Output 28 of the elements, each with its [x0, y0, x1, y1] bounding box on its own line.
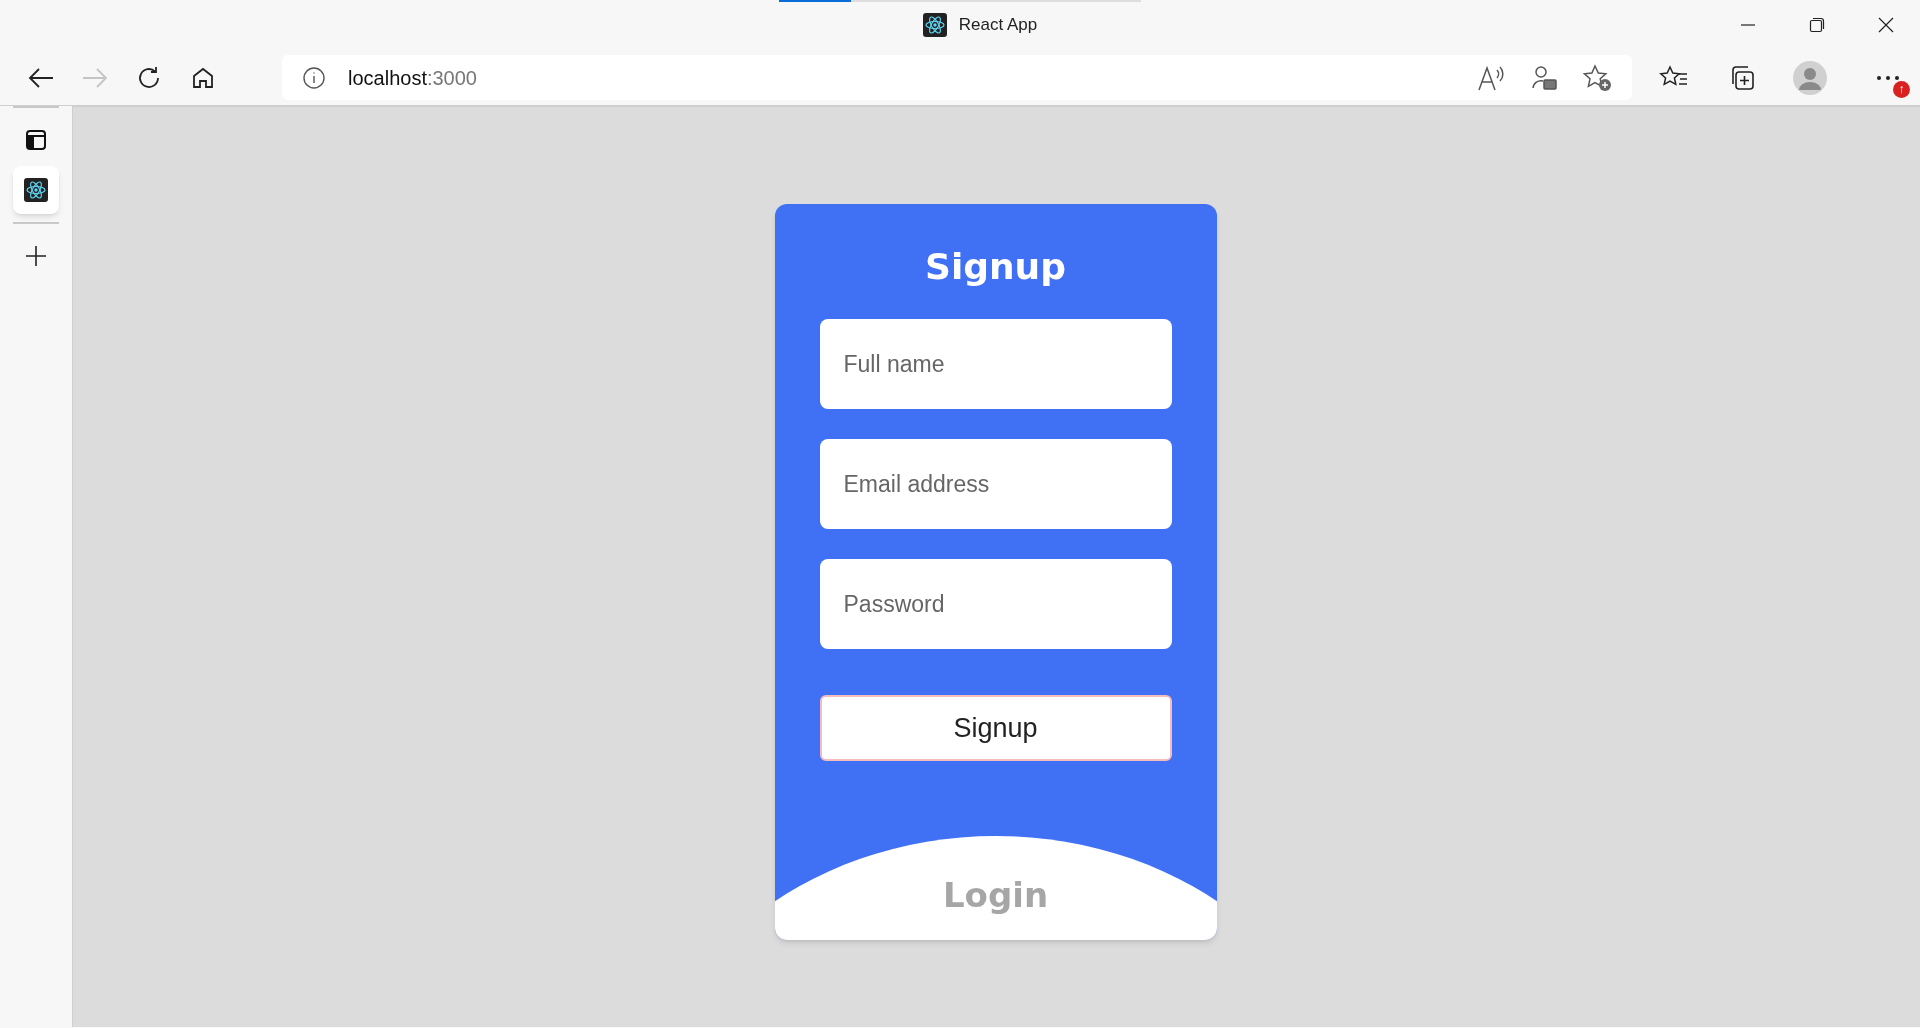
input-field[interactable]: Full name [819, 319, 1172, 409]
more-dots-icon [1876, 74, 1900, 81]
signup-button[interactable]: Signup [819, 695, 1172, 761]
tab-layout-icon [25, 129, 47, 151]
read-aloud-icon[interactable] [1476, 63, 1506, 92]
address-bar[interactable]: localhost:3000 [282, 55, 1632, 100]
url-text: localhost:3000 [348, 65, 477, 91]
minimize-icon [1739, 24, 1756, 26]
plus-icon [25, 245, 47, 267]
star-plus-icon[interactable] [1582, 63, 1612, 92]
form-title: Signup [924, 245, 1067, 289]
profile-list-icon[interactable] [1530, 63, 1558, 92]
info-icon [302, 65, 326, 90]
atom-icon [24, 178, 48, 202]
notification-badge: ↑ [1893, 80, 1910, 98]
refresh-icon [136, 64, 162, 91]
more-button[interactable]: ↑ [1866, 55, 1910, 100]
sidebar-tab[interactable] [13, 166, 59, 214]
back-arrow-icon [28, 66, 54, 89]
forward-arrow-icon [82, 66, 108, 89]
input-field[interactable]: Password [819, 559, 1172, 649]
input-field[interactable]: Email address [819, 439, 1172, 529]
atom-icon [922, 13, 947, 37]
avatar-icon [1793, 60, 1827, 95]
tab-title[interactable]: React App [958, 12, 1038, 38]
restore-icon [1808, 17, 1825, 33]
home-icon [191, 65, 215, 90]
close-icon [1877, 17, 1894, 33]
